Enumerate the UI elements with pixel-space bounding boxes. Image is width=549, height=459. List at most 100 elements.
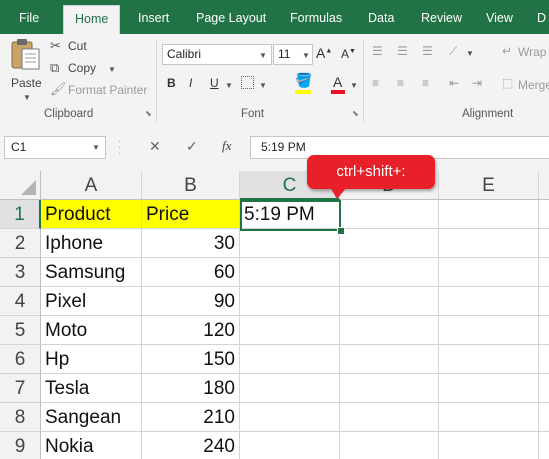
tab-view[interactable]: View	[486, 11, 513, 25]
cell-C1[interactable]: 5:19 PM	[240, 200, 340, 229]
cell-A2[interactable]: Iphone	[41, 229, 142, 258]
cell-D6[interactable]	[340, 345, 439, 374]
cell-E5[interactable]	[439, 316, 539, 345]
fill-color-icon[interactable]: 🪣	[295, 72, 312, 89]
align-left-icon[interactable]: ≡	[372, 76, 379, 90]
bold-button[interactable]: B	[167, 76, 176, 90]
borders-dropdown-icon[interactable]: ▼	[259, 81, 267, 90]
tab-developer[interactable]: D	[537, 11, 546, 25]
cancel-icon[interactable]: ✕	[149, 138, 161, 155]
cell-C4[interactable]	[240, 287, 340, 316]
name-box-dropdown-icon[interactable]: ▼	[92, 143, 100, 152]
cell-C3[interactable]	[240, 258, 340, 287]
align-center-icon[interactable]: ≡	[397, 76, 404, 90]
cell-B9[interactable]: 240	[142, 432, 240, 459]
cell-F9[interactable]	[539, 432, 549, 459]
enter-icon[interactable]: ✓	[186, 138, 198, 155]
name-box[interactable]: C1	[4, 136, 106, 159]
cell-C8[interactable]	[240, 403, 340, 432]
align-right-icon[interactable]: ≡	[422, 76, 429, 90]
cell-F5[interactable]	[539, 316, 549, 345]
select-all-corner[interactable]	[0, 171, 41, 200]
row-header[interactable]: 6	[0, 345, 41, 374]
paste-dropdown-icon[interactable]: ▼	[23, 93, 31, 102]
cell-C5[interactable]	[240, 316, 340, 345]
cell-F3[interactable]	[539, 258, 549, 287]
cell-E6[interactable]	[439, 345, 539, 374]
tab-insert[interactable]: Insert	[138, 11, 169, 25]
tab-data[interactable]: Data	[368, 11, 394, 25]
merge-button[interactable]: Merge	[518, 78, 549, 92]
cell-C9[interactable]	[240, 432, 340, 459]
cell-D2[interactable]	[340, 229, 439, 258]
cell-F7[interactable]	[539, 374, 549, 403]
font-name-dropdown-icon[interactable]: ▼	[259, 51, 267, 60]
cell-D3[interactable]	[340, 258, 439, 287]
cell-E9[interactable]	[439, 432, 539, 459]
tab-home[interactable]: Home	[63, 5, 121, 34]
cell-B1[interactable]: Price	[142, 200, 240, 229]
format-painter-button[interactable]: 🖌 Format Painter	[50, 81, 150, 100]
cell-C6[interactable]	[240, 345, 340, 374]
font-color-button[interactable]: A	[333, 74, 342, 90]
tab-page-layout[interactable]: Page Layout	[196, 11, 266, 25]
cell-F6[interactable]	[539, 345, 549, 374]
cell-A1[interactable]: Product	[41, 200, 142, 229]
align-bottom-icon[interactable]: ☰	[422, 44, 433, 58]
fill-handle[interactable]	[337, 227, 345, 235]
cell-E4[interactable]	[439, 287, 539, 316]
decrease-font-size-icon[interactable]: A▼	[341, 47, 356, 61]
cell-B6[interactable]: 150	[142, 345, 240, 374]
insert-function-icon[interactable]: fx	[222, 138, 231, 154]
align-top-icon[interactable]: ☰	[372, 44, 383, 58]
cell-E2[interactable]	[439, 229, 539, 258]
tab-review[interactable]: Review	[421, 11, 462, 25]
cell-C7[interactable]	[240, 374, 340, 403]
increase-font-size-icon[interactable]: A▲	[316, 45, 332, 61]
decrease-indent-icon[interactable]: ⇤	[449, 76, 459, 90]
row-header[interactable]: 7	[0, 374, 41, 403]
cell-D7[interactable]	[340, 374, 439, 403]
copy-button[interactable]: ⧉ Copy ▼	[50, 60, 120, 78]
cell-D9[interactable]	[340, 432, 439, 459]
cut-button[interactable]: ✂ Cut	[50, 38, 110, 56]
column-header-e[interactable]: E	[439, 171, 539, 200]
clipboard-launcher-icon[interactable]: ⬊	[145, 109, 152, 118]
wrap-text-button[interactable]: Wrap	[518, 45, 546, 59]
orientation-icon[interactable]: ⟋	[449, 44, 457, 59]
row-header[interactable]: 9	[0, 432, 41, 459]
borders-icon[interactable]	[241, 76, 254, 89]
cell-E1[interactable]	[439, 200, 539, 229]
row-header[interactable]: 1	[0, 200, 41, 229]
cell-B7[interactable]: 180	[142, 374, 240, 403]
cell-F4[interactable]	[539, 287, 549, 316]
tab-formulas[interactable]: Formulas	[290, 11, 342, 25]
font-launcher-icon[interactable]: ⬊	[352, 109, 359, 118]
cell-B3[interactable]: 60	[142, 258, 240, 287]
copy-dropdown-icon[interactable]: ▼	[108, 65, 116, 74]
cell-A8[interactable]: Sangean	[41, 403, 142, 432]
cell-F8[interactable]	[539, 403, 549, 432]
align-middle-icon[interactable]: ☰	[397, 44, 408, 58]
column-header-f[interactable]	[539, 171, 549, 200]
cell-B8[interactable]: 210	[142, 403, 240, 432]
paste-button[interactable]: Paste ▼	[6, 38, 46, 102]
increase-indent-icon[interactable]: ⇥	[472, 76, 482, 90]
cell-F2[interactable]	[539, 229, 549, 258]
cell-D8[interactable]	[340, 403, 439, 432]
underline-button[interactable]: U	[210, 76, 219, 90]
column-header-b[interactable]: B	[142, 171, 240, 200]
font-color-dropdown-icon[interactable]: ▼	[350, 81, 358, 90]
cell-A3[interactable]: Samsung	[41, 258, 142, 287]
cell-A9[interactable]: Nokia	[41, 432, 142, 459]
tab-file[interactable]: File	[19, 11, 39, 25]
row-header[interactable]: 3	[0, 258, 41, 287]
cell-D4[interactable]	[340, 287, 439, 316]
cell-A4[interactable]: Pixel	[41, 287, 142, 316]
cell-B4[interactable]: 90	[142, 287, 240, 316]
row-header[interactable]: 8	[0, 403, 41, 432]
font-name-box[interactable]: Calibri	[162, 44, 272, 65]
cell-E7[interactable]	[439, 374, 539, 403]
orientation-dropdown-icon[interactable]: ▼	[466, 49, 474, 58]
row-header[interactable]: 2	[0, 229, 41, 258]
